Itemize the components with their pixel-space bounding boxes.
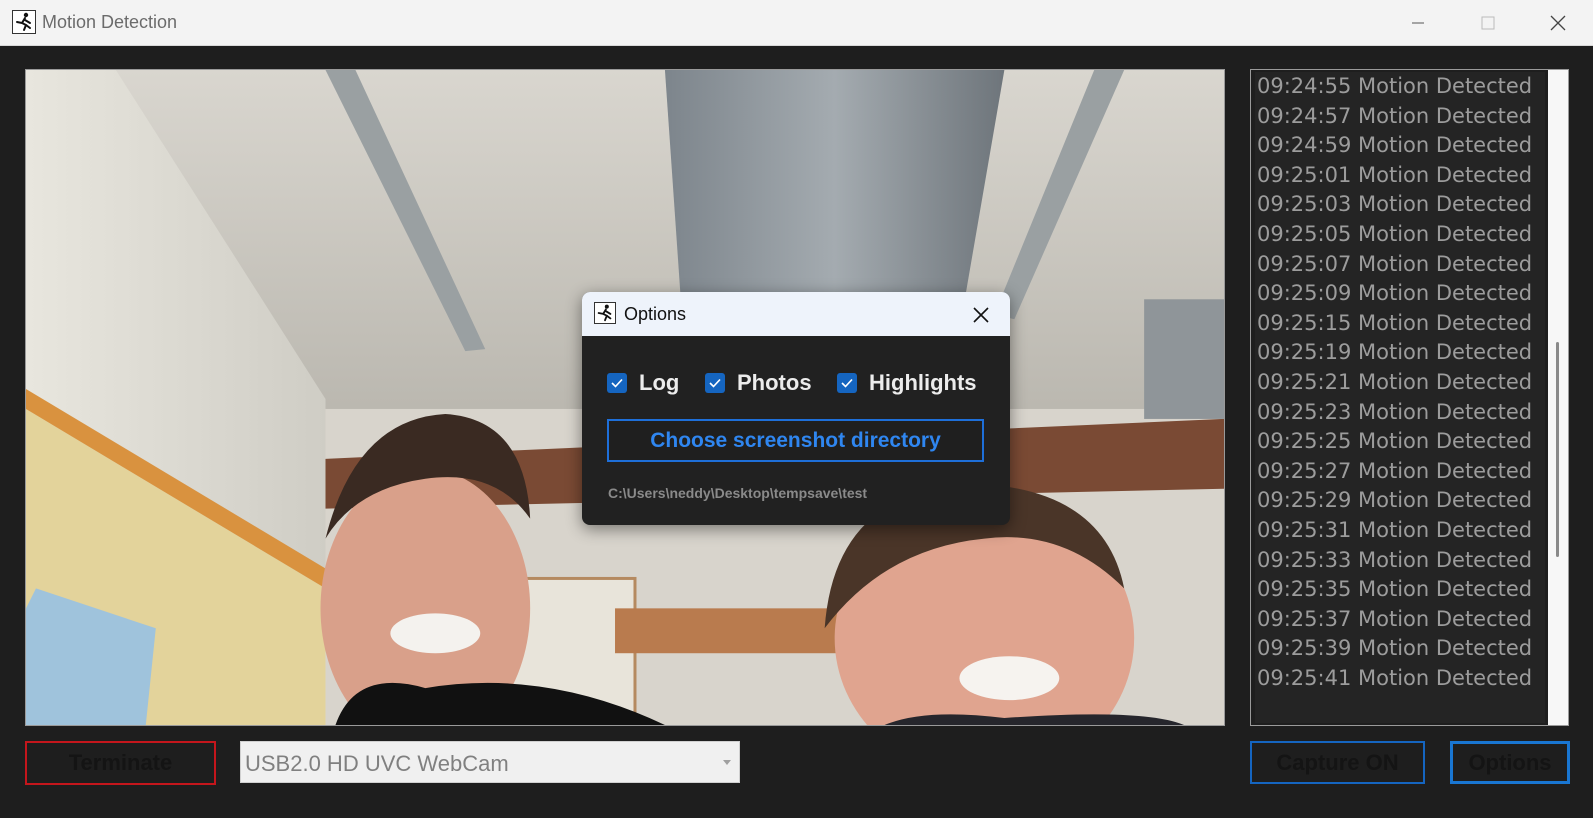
log-entry: 09:25:07 Motion Detected [1257,251,1533,276]
log-entry: 09:24:55 Motion Detected [1257,74,1533,98]
title-bar: Motion Detection [0,0,1593,46]
chevron-down-icon [723,760,731,765]
log-entry: 09:25:19 Motion Detected [1257,340,1533,365]
checkmark-icon [837,373,857,393]
log-entry: 09:25:39 Motion Detected [1257,636,1533,661]
log-checkbox[interactable]: Log [607,370,679,396]
log-entry: 09:25:23 Motion Detected [1257,399,1533,424]
choose-directory-button[interactable]: Choose screenshot directory [607,419,984,462]
close-icon [1550,15,1566,31]
camera-select[interactable]: USB2.0 HD UVC WebCam [240,741,740,783]
minimize-icon [1412,22,1424,24]
photos-checkbox[interactable]: Photos [705,370,812,396]
log-entry: 09:25:25 Motion Detected [1257,429,1533,454]
log-entry: 09:25:21 Motion Detected [1257,369,1533,394]
close-dialog-button[interactable] [966,300,996,330]
options-dialog-titlebar: Options [582,292,1010,336]
highlights-checkbox[interactable]: Highlights [837,370,977,396]
photos-checkbox-label: Photos [737,370,812,395]
log-entry: 09:25:41 Motion Detected [1257,665,1533,690]
checkmark-icon [705,373,725,393]
highlights-checkbox-label: Highlights [869,370,977,395]
options-dialog-title: Options [624,304,687,324]
log-entry: 09:25:03 Motion Detected [1257,192,1533,217]
log-scrollbar-thumb[interactable] [1556,342,1559,558]
options-dialog: Options Log Photos Highlights Choose scr… [582,292,1010,525]
checkmark-icon [607,373,627,393]
motion-log-list: 09:24:55 Motion Detected 09:24:57 Motion … [1255,72,1545,723]
capture-toggle-button[interactable]: Capture ON [1250,741,1425,784]
camera-select-value: USB2.0 HD UVC WebCam [245,751,509,776]
minimize-button[interactable] [1395,8,1441,38]
running-man-icon [594,302,616,324]
options-button[interactable]: Options [1450,741,1570,784]
terminate-button[interactable]: Terminate [25,741,216,785]
log-entry: 09:25:15 Motion Detected [1257,310,1533,335]
log-entry: 09:24:59 Motion Detected [1257,133,1533,158]
window-title: Motion Detection [42,12,178,32]
log-entry: 09:25:31 Motion Detected [1257,517,1533,542]
log-entry: 09:25:29 Motion Detected [1257,488,1533,513]
log-checkbox-label: Log [639,370,680,395]
log-entry: 09:25:27 Motion Detected [1257,458,1533,483]
log-entry: 09:25:05 Motion Detected [1257,221,1533,246]
running-man-icon [12,10,36,34]
log-scrollbar[interactable] [1548,70,1568,725]
log-entry: 09:25:35 Motion Detected [1257,577,1533,602]
log-entry: 09:25:37 Motion Detected [1257,606,1533,631]
directory-path: C:\Users\neddy\Desktop\tempsave\test [608,485,868,501]
maximize-icon [1481,16,1495,30]
motion-log-panel[interactable]: 09:24:55 Motion Detected 09:24:57 Motion … [1250,69,1569,726]
log-entry: 09:25:01 Motion Detected [1257,162,1533,187]
maximize-button[interactable] [1465,8,1511,38]
log-entry: 09:25:33 Motion Detected [1257,547,1533,572]
close-window-button[interactable] [1535,8,1581,38]
log-entry: 09:24:57 Motion Detected [1257,103,1533,128]
close-icon [973,307,989,323]
log-entry: 09:25:09 Motion Detected [1257,281,1533,306]
